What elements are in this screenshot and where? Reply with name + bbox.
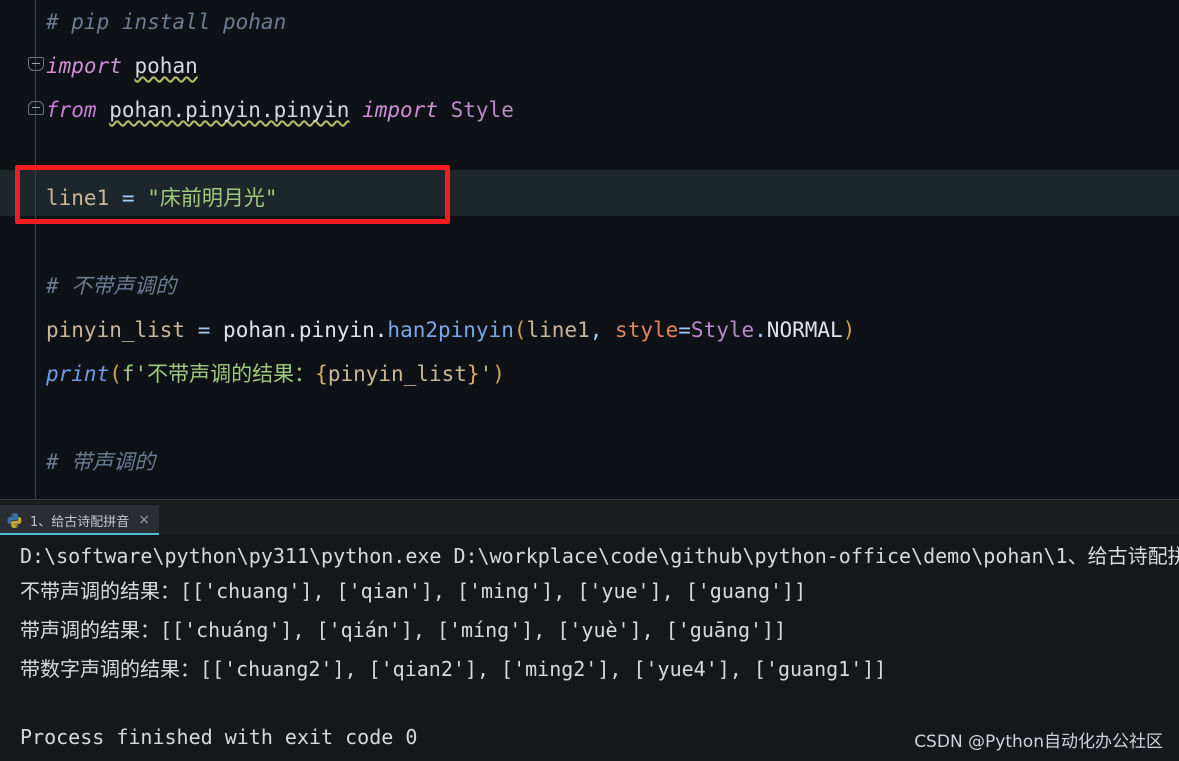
- console-command-line: D:\software\python\py311\python.exe D:\w…: [20, 544, 1179, 568]
- code-line-import-pohan: import pohan: [46, 44, 198, 88]
- token-enum-normal: NORMAL: [766, 318, 843, 342]
- token-module-pohan: pohan: [134, 54, 198, 78]
- code-line-comment-with-tone: # 带声调的: [46, 440, 155, 484]
- token-class-style-2: Style: [690, 318, 755, 342]
- close-icon[interactable]: ×: [138, 513, 150, 527]
- run-tool-window: 1、给古诗配拼音 × D:\software\python\py311\pyth…: [0, 499, 1179, 761]
- run-tab-strip: 1、给古诗配拼音 ×: [0, 505, 1179, 535]
- token-module-path: pohan.pinyin.pinyin: [109, 98, 350, 122]
- run-tab-title: 1、给古诗配拼音: [30, 514, 130, 530]
- code-line-comment-pip: # pip install pohan: [46, 0, 286, 44]
- token-arg-line1: line1: [526, 318, 590, 342]
- token-keyword-import: import: [46, 54, 122, 78]
- ide-window: # pip install pohan import pohan from po…: [0, 0, 1179, 761]
- console-exit-message: Process finished with exit code 0: [20, 725, 418, 749]
- token-function-han2pinyin: han2pinyin: [387, 318, 514, 342]
- token-keyword-import-2: import: [362, 98, 438, 122]
- token-string-poem: "床前明月光": [147, 186, 278, 210]
- token-param-style: style: [615, 318, 679, 342]
- token-fstring-var: pinyin_list: [327, 362, 467, 386]
- console-result-line-3: 带数字声调的结果：[['chuang2'], ['qian2'], ['ming…: [20, 657, 887, 681]
- code-line-han2pinyin-call: pinyin_list = pohan.pinyin.han2pinyin(li…: [46, 318, 856, 342]
- token-fstring-text: 不带声调的结果：: [147, 362, 316, 386]
- console-result-line-1: 不带声调的结果：[['chuang'], ['qian'], ['ming'],…: [20, 579, 807, 603]
- panel-divider: [0, 499, 1179, 500]
- token-keyword-from: from: [46, 98, 97, 122]
- code-content: # pip install pohan import pohan from po…: [0, 0, 1179, 499]
- run-tab-active[interactable]: 1、给古诗配拼音 ×: [0, 505, 160, 535]
- token-operator-assign-2: =: [197, 318, 211, 342]
- token-comment: # pip install pohan: [46, 10, 287, 34]
- console-output-area[interactable]: D:\software\python\py311\python.exe D:\w…: [0, 535, 1179, 761]
- token-comment-3: # 带声调的: [46, 450, 156, 474]
- token-comment-2: # 不带声调的: [46, 274, 177, 298]
- token-class-style: Style: [450, 98, 514, 122]
- token-var-pinyin-list: pinyin_list: [46, 318, 186, 342]
- token-fstring-suffix: ': [479, 362, 493, 386]
- token-operator-assign: =: [121, 186, 135, 210]
- code-editor[interactable]: # pip install pohan import pohan from po…: [0, 0, 1179, 499]
- token-object-pohan-pinyin: pohan.pinyin.: [223, 318, 388, 342]
- token-fstring-prefix: f': [121, 362, 148, 386]
- watermark-text: CSDN @Python自动化办公社区: [914, 732, 1163, 752]
- console-result-line-2: 带声调的结果：[['chuáng'], ['qián'], ['míng'], …: [20, 618, 787, 642]
- token-var-line1: line1: [46, 186, 110, 210]
- python-file-icon: [6, 512, 23, 529]
- code-line-from-import-style: from pohan.pinyin.pinyin import Style: [46, 88, 514, 132]
- token-function-print: print: [46, 362, 110, 386]
- code-line-print-no-tone: print(f'不带声调的结果：{pinyin_list}'): [46, 362, 505, 386]
- code-line-comment-no-tone: # 不带声调的: [46, 264, 176, 308]
- code-line-line1-assignment: line1 = "床前明月光": [46, 176, 277, 220]
